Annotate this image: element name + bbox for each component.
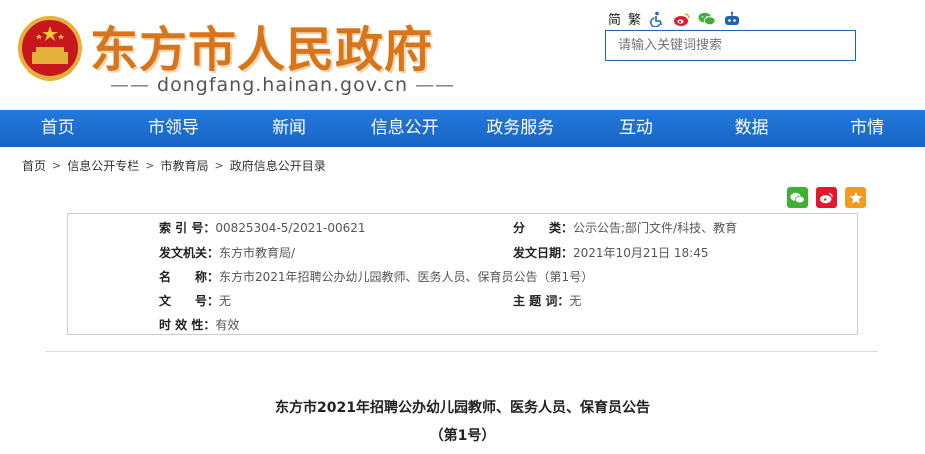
site-domain: —— dongfang.hainan.gov.cn ——	[110, 74, 455, 96]
document-info-box: 索 引 号：00825304-5/2021-00621 分 类：公示公告;部门文…	[67, 213, 858, 335]
content-divider	[45, 351, 878, 352]
info-validity-label: 时 效 性：	[159, 318, 216, 332]
info-index-value: 00825304-5/2021-00621	[215, 221, 366, 235]
search-input[interactable]	[605, 30, 856, 61]
nav-item-interaction[interactable]: 互动	[578, 110, 694, 147]
nav-item-data[interactable]: 数据	[694, 110, 810, 147]
article-title: 东方市2021年招聘公办幼儿园教师、医务人员、保育员公告	[275, 400, 650, 416]
info-docno-label: 文 号：	[159, 294, 220, 308]
main-nav: 首页 市领导 新闻 信息公开 政务服务 互动 数据 市情	[0, 110, 925, 147]
nav-item-info-disclosure[interactable]: 信息公开	[347, 110, 463, 147]
header-tools: 简 繁	[608, 9, 741, 28]
lang-traditional-link[interactable]: 繁	[628, 9, 641, 28]
info-date-value: 2021年10月21日 18:45	[573, 246, 709, 260]
share-bar	[787, 187, 866, 208]
breadcrumb-separator: >	[52, 159, 62, 172]
share-wechat-icon[interactable]	[787, 187, 808, 208]
info-category-value: 公示公告;部门文件/科技、教育	[573, 221, 738, 235]
info-subject: 主 题 词：无	[513, 292, 581, 309]
breadcrumb-separator: >	[214, 159, 224, 172]
domain-dash-left: ——	[110, 74, 158, 96]
national-emblem-icon	[18, 16, 82, 81]
info-issuer-label: 发文机关：	[159, 246, 220, 260]
accessibility-icon[interactable]	[648, 11, 666, 27]
info-issuer-value: 东方市教育局/	[219, 246, 296, 260]
domain-text: dongfang.hainan.gov.cn	[157, 74, 409, 96]
breadcrumb-item[interactable]: 首页	[22, 157, 46, 174]
info-name-value: 东方市2021年招聘公办幼儿园教师、医务人员、保育员公告（第1号）	[219, 270, 594, 284]
info-date-label: 发文日期：	[513, 246, 574, 260]
info-docno-value: 无	[219, 294, 232, 308]
lang-simplified-link[interactable]: 简	[608, 9, 621, 28]
breadcrumb-item[interactable]: 信息公开专栏	[67, 157, 139, 174]
info-date: 发文日期：2021年10月21日 18:45	[513, 244, 709, 261]
info-issuer: 发文机关：东方市教育局/	[159, 244, 295, 261]
info-name-label: 名 称：	[159, 270, 220, 284]
info-category: 分 类：公示公告;部门文件/科技、教育	[513, 219, 737, 236]
robot-icon[interactable]	[723, 11, 741, 27]
info-subject-value: 无	[569, 294, 582, 308]
domain-dash-right: ——	[408, 74, 456, 96]
article-subtitle: （第1号）	[429, 428, 496, 444]
weibo-icon[interactable]	[673, 11, 691, 27]
wechat-icon[interactable]	[698, 11, 716, 27]
nav-item-home[interactable]: 首页	[0, 110, 116, 147]
info-validity: 时 效 性：有效	[159, 316, 239, 333]
breadcrumb-item[interactable]: 政府信息公开目录	[230, 157, 326, 174]
breadcrumb-separator: >	[145, 159, 155, 172]
share-weibo-icon[interactable]	[816, 187, 837, 208]
info-index: 索 引 号：00825304-5/2021-00621	[159, 219, 366, 236]
site-title: 东方市人民政府	[90, 22, 434, 78]
info-name: 名 称：东方市2021年招聘公办幼儿园教师、医务人员、保育员公告（第1号）	[159, 268, 593, 285]
nav-item-leaders[interactable]: 市领导	[116, 110, 232, 147]
info-category-label: 分 类：	[513, 221, 574, 235]
info-validity-value: 有效	[215, 318, 240, 332]
breadcrumb: 首页 > 信息公开专栏 > 市教育局 > 政府信息公开目录	[22, 157, 326, 174]
info-subject-label: 主 题 词：	[513, 294, 570, 308]
nav-item-gov-services[interactable]: 政务服务	[463, 110, 579, 147]
nav-item-city-info[interactable]: 市情	[809, 110, 925, 147]
site-header: 东方市人民政府 —— dongfang.hainan.gov.cn —— 简 繁	[0, 0, 925, 110]
info-index-label: 索 引 号：	[159, 221, 216, 235]
breadcrumb-item[interactable]: 市教育局	[160, 157, 208, 174]
share-favorite-icon[interactable]	[845, 187, 866, 208]
info-docno: 文 号：无	[159, 292, 231, 309]
nav-item-news[interactable]: 新闻	[231, 110, 347, 147]
